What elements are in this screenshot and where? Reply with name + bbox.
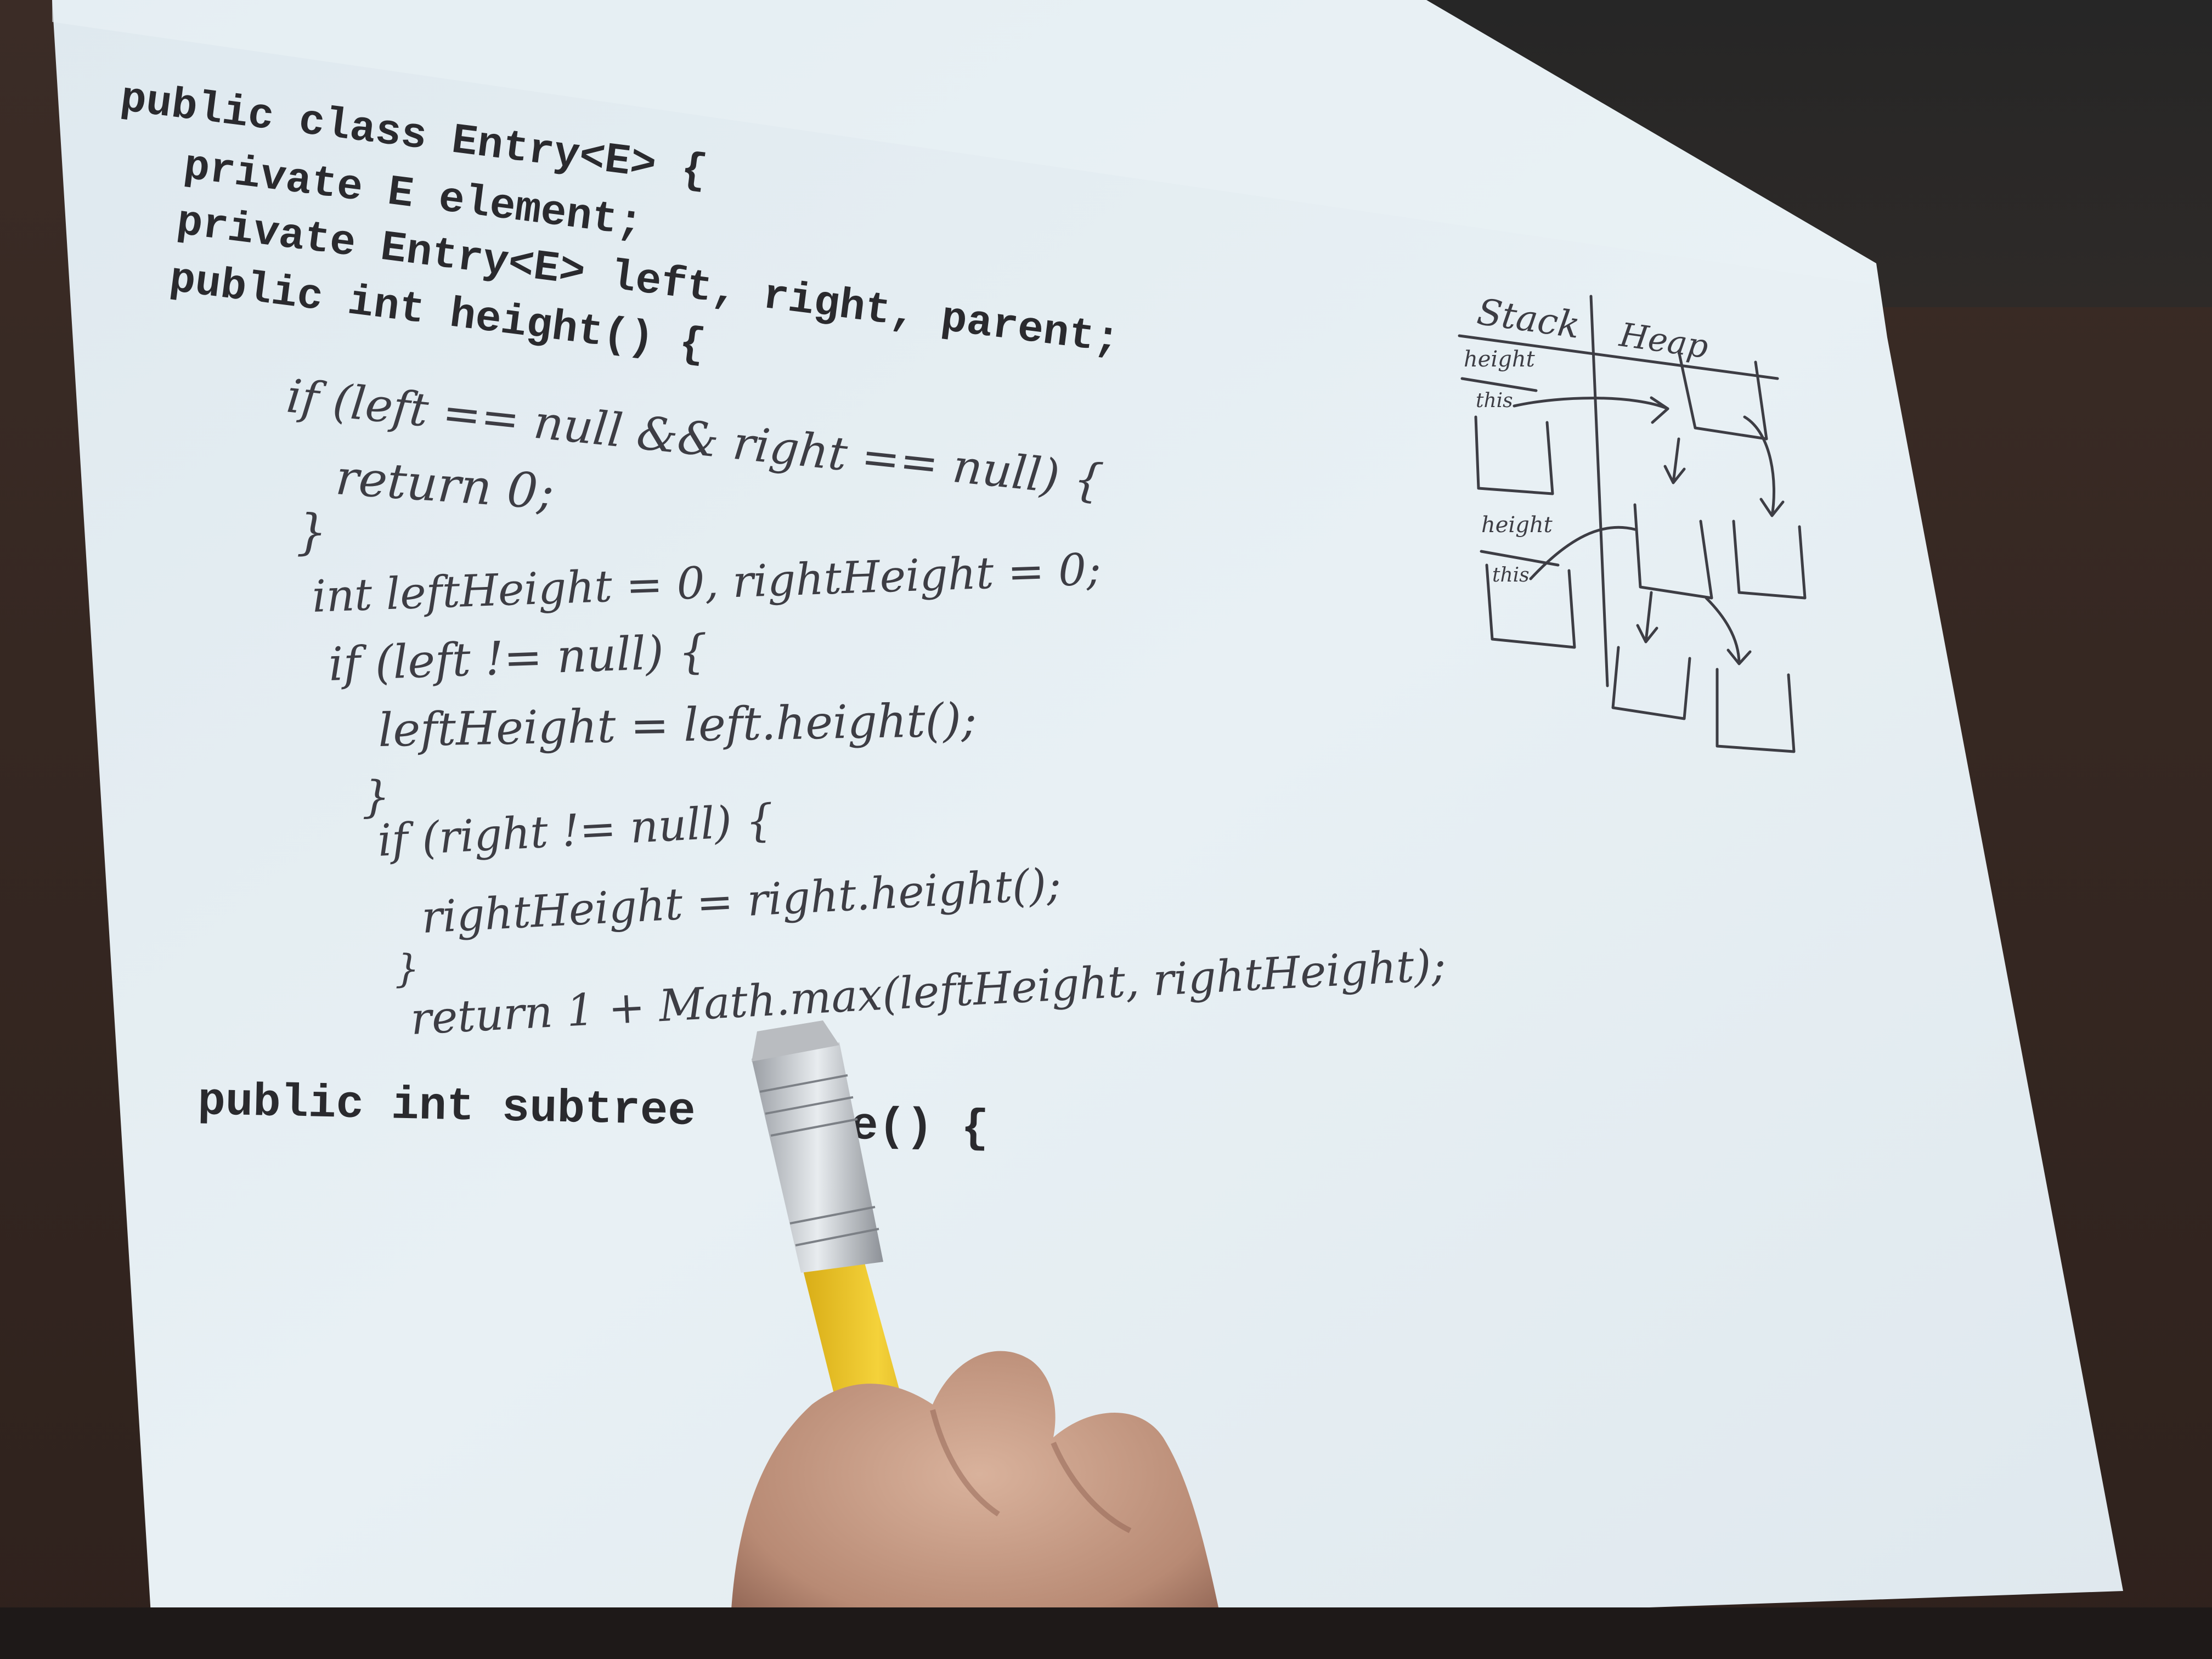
hand-line-6: leftHeight = left.height(); — [378, 693, 977, 757]
typed-line-5: public int subtree — [197, 1076, 696, 1138]
bottom-shadow — [0, 1607, 2212, 1659]
frame1-height-label: height — [1464, 347, 1536, 372]
photo-scene: public class Entry<E> { private E elemen… — [0, 0, 2212, 1659]
frame1-this-label: this — [1476, 390, 1513, 412]
hand-line-10: } — [395, 946, 420, 991]
hand-line-3: } — [296, 504, 327, 560]
frame2-height-label: height — [1481, 512, 1553, 538]
frame2-this-label: this — [1492, 564, 1530, 586]
projected-slide: public class Entry<E> { private E elemen… — [52, 0, 2123, 1659]
